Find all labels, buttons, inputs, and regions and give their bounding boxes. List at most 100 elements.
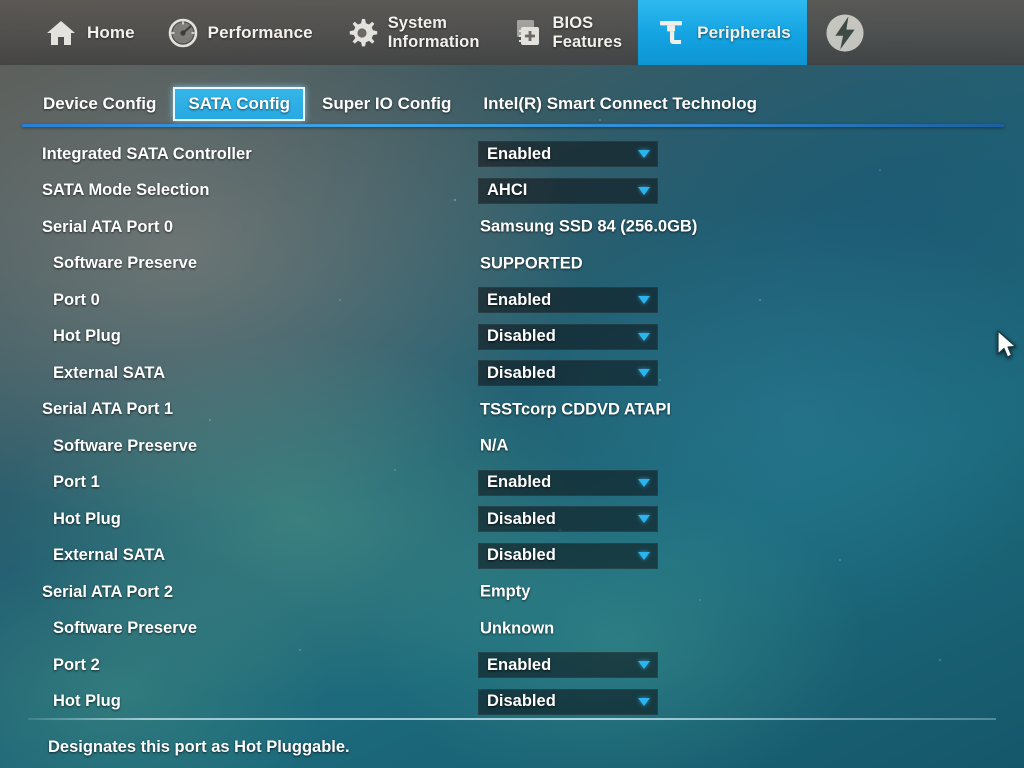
setting-label: Serial ATA Port 2 xyxy=(42,582,174,601)
help-text: Designates this port as Hot Pluggable. xyxy=(48,738,350,756)
menu-item-label: System Information xyxy=(387,14,480,51)
setting-label: Serial ATA Port 1 xyxy=(42,400,174,419)
setting-dropdown[interactable]: Disabled xyxy=(478,542,658,569)
chevron-down-icon[interactable] xyxy=(638,478,650,487)
footer-divider xyxy=(28,718,996,720)
setting-row: Software Preserve Unknown xyxy=(0,611,1024,648)
chip-plus-icon xyxy=(516,19,539,45)
setting-row[interactable]: SATA Mode Selection AHCI xyxy=(0,173,1024,210)
setting-row[interactable]: Hot Plug Disabled xyxy=(0,684,1024,721)
setting-dropdown[interactable]: Disabled xyxy=(478,506,658,533)
chevron-down-icon[interactable] xyxy=(638,661,650,670)
home-icon xyxy=(47,20,75,45)
setting-row: Software Preserve SUPPORTED xyxy=(0,246,1024,283)
sub-tab-sata-config[interactable]: SATA Config xyxy=(173,87,306,121)
setting-label: Software Preserve xyxy=(53,436,197,455)
setting-row[interactable]: External SATA Disabled xyxy=(0,355,1024,392)
setting-row[interactable]: Port 0 Enabled xyxy=(0,282,1024,319)
setting-label: SATA Mode Selection xyxy=(42,181,210,200)
menu-item-power[interactable] xyxy=(807,0,867,65)
setting-dropdown-value: Disabled xyxy=(487,692,556,711)
setting-dropdown[interactable]: Enabled xyxy=(478,652,658,679)
setting-row: Software Preserve N/A xyxy=(0,428,1024,465)
chevron-down-icon[interactable] xyxy=(638,697,650,706)
chevron-down-icon[interactable] xyxy=(638,296,650,305)
setting-dropdown[interactable]: AHCI xyxy=(478,177,658,204)
setting-static-value: Samsung SSD 84 (256.0GB) xyxy=(480,217,698,236)
setting-label: Hot Plug xyxy=(53,327,121,346)
menu-item-home[interactable]: Home xyxy=(0,0,151,65)
setting-value-zone: Enabled xyxy=(478,141,658,168)
setting-dropdown-value: Enabled xyxy=(487,473,552,492)
settings-list: Integrated SATA Controller Enabled SATA Mo… xyxy=(0,136,1024,720)
menu-item-label: Performance xyxy=(207,22,313,42)
menu-item-label: Peripherals xyxy=(697,22,791,42)
menu-item-bios-features[interactable]: BIOS Features xyxy=(496,0,639,65)
setting-label: Software Preserve xyxy=(53,254,197,273)
setting-value-zone: N/A xyxy=(478,437,508,456)
sub-tab-intel-r-smart-connect-technolog[interactable]: Intel(R) Smart Connect Technolog xyxy=(468,87,772,121)
chevron-down-icon[interactable] xyxy=(638,515,650,524)
chevron-down-icon[interactable] xyxy=(638,186,650,195)
menu-item-label: BIOS Features xyxy=(552,14,623,51)
setting-value-zone: AHCI xyxy=(478,177,658,204)
setting-label: Hot Plug xyxy=(53,509,121,528)
setting-dropdown-value: Disabled xyxy=(487,363,556,382)
setting-static-value: Unknown xyxy=(480,619,555,638)
setting-row[interactable]: Hot Plug Disabled xyxy=(0,501,1024,538)
menu-item-system-information[interactable]: System Information xyxy=(329,0,496,65)
menu-item-performance[interactable]: Performance xyxy=(151,0,329,65)
main-menu-bar: Home Performance System Information BIOS Feat… xyxy=(0,0,1024,65)
peripherals-icon xyxy=(660,20,683,44)
setting-value-zone: Disabled xyxy=(478,360,658,387)
setting-dropdown-value: Enabled xyxy=(487,144,552,163)
setting-row: Serial ATA Port 2 Empty xyxy=(0,574,1024,611)
setting-label: Hot Plug xyxy=(53,692,121,711)
setting-dropdown[interactable]: Disabled xyxy=(478,323,658,350)
menu-item-peripherals[interactable]: Peripherals xyxy=(638,0,807,65)
setting-label: Port 1 xyxy=(53,473,100,492)
setting-value-zone: Empty xyxy=(478,583,530,602)
setting-dropdown-value: AHCI xyxy=(487,181,528,200)
setting-label: Serial ATA Port 0 xyxy=(42,217,174,236)
setting-row[interactable]: Port 1 Enabled xyxy=(0,465,1024,502)
setting-static-value: N/A xyxy=(480,436,509,455)
setting-dropdown[interactable]: Enabled xyxy=(478,287,658,314)
chevron-down-icon[interactable] xyxy=(638,369,650,378)
setting-value-zone: Disabled xyxy=(478,542,658,569)
chevron-down-icon[interactable] xyxy=(638,551,650,560)
setting-value-zone: TSSTcorp CDDVD ATAPI xyxy=(478,400,671,419)
setting-dropdown[interactable]: Enabled xyxy=(478,141,658,168)
setting-label: Integrated SATA Controller xyxy=(42,144,252,163)
setting-row[interactable]: Port 2 Enabled xyxy=(0,647,1024,684)
setting-label: External SATA xyxy=(53,363,166,382)
setting-dropdown[interactable]: Disabled xyxy=(478,360,658,387)
sub-tab-super-io-config[interactable]: Super IO Config xyxy=(307,87,466,121)
setting-dropdown[interactable]: Enabled xyxy=(478,469,658,496)
gear-icon xyxy=(349,18,377,46)
setting-row: Serial ATA Port 1 TSSTcorp CDDVD ATAPI xyxy=(0,392,1024,429)
setting-row[interactable]: External SATA Disabled xyxy=(0,538,1024,575)
setting-dropdown-value: Disabled xyxy=(487,327,556,346)
setting-value-zone: Samsung SSD 84 (256.0GB) xyxy=(478,218,697,237)
power-bolt-icon xyxy=(826,13,864,52)
setting-value-zone: Disabled xyxy=(478,323,658,350)
sub-tab-underline xyxy=(22,124,1004,127)
setting-label: Port 2 xyxy=(53,655,100,674)
setting-value-zone: Disabled xyxy=(478,688,658,715)
setting-dropdown[interactable]: Disabled xyxy=(478,688,658,715)
setting-dropdown-value: Disabled xyxy=(487,509,556,528)
chevron-down-icon[interactable] xyxy=(638,332,650,341)
chevron-down-icon[interactable] xyxy=(638,150,650,159)
setting-row[interactable]: Hot Plug Disabled xyxy=(0,319,1024,356)
setting-dropdown-value: Disabled xyxy=(487,546,556,565)
setting-row[interactable]: Integrated SATA Controller Enabled xyxy=(0,136,1024,173)
setting-value-zone: Enabled xyxy=(478,652,658,679)
sub-tab-device-config[interactable]: Device Config xyxy=(28,87,171,121)
setting-dropdown-value: Enabled xyxy=(487,655,552,674)
setting-label: Software Preserve xyxy=(53,619,197,638)
gauge-icon xyxy=(168,18,197,47)
setting-value-zone: SUPPORTED xyxy=(478,254,583,273)
setting-label: External SATA xyxy=(53,546,166,565)
setting-value-zone: Unknown xyxy=(478,619,554,638)
